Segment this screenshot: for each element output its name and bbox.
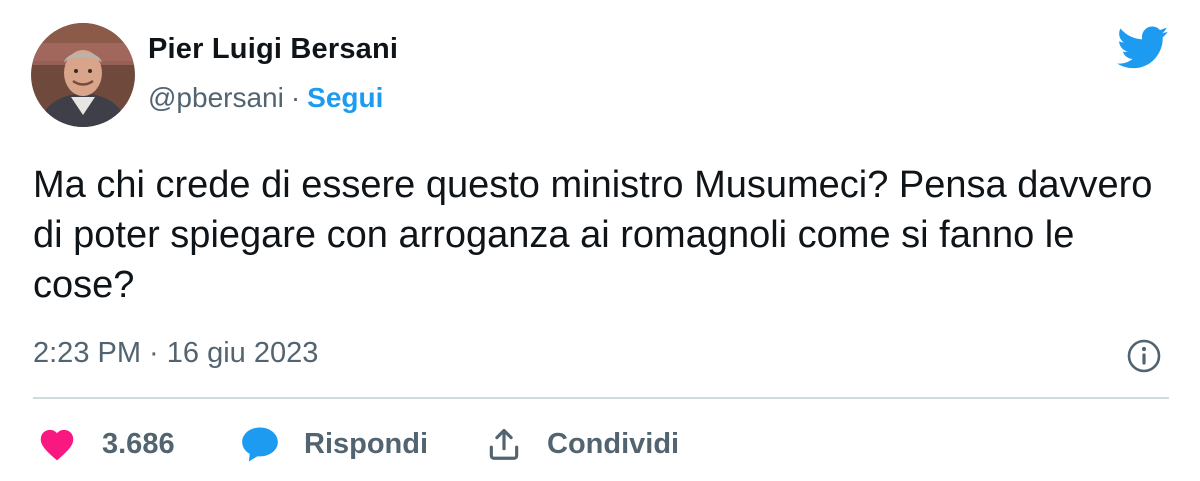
tweet-text: Ma chi crede di essere questo ministro M… (33, 164, 1153, 306)
speech-bubble-icon (240, 425, 280, 463)
info-icon[interactable] (1126, 338, 1162, 374)
heart-icon (38, 427, 76, 461)
handle-separator: · (290, 82, 301, 113)
divider (33, 397, 1169, 399)
like-button[interactable]: 3.686 (38, 418, 175, 470)
reply-button[interactable]: Rispondi (240, 418, 428, 470)
follow-link[interactable]: Segui (307, 82, 383, 114)
tweet-embed: Pier Luigi Bersani @pbersani · Segui Ma … (0, 0, 1200, 481)
share-button[interactable]: Condividi (485, 418, 679, 470)
share-upload-icon (485, 425, 523, 463)
avatar[interactable] (31, 23, 135, 127)
action-bar: 3.686 Rispondi Condividi (0, 418, 1200, 470)
like-count: 3.686 (102, 427, 175, 460)
twitter-bird-icon[interactable] (1117, 26, 1169, 70)
author-display-name[interactable]: Pier Luigi Bersani (148, 33, 398, 66)
author-handle-row: @pbersani · Segui (148, 82, 383, 114)
avatar-image (31, 23, 135, 127)
share-label: Condividi (547, 427, 680, 460)
reply-label: Rispondi (304, 427, 429, 460)
author-handle[interactable]: @pbersani (148, 82, 284, 114)
tweet-timestamp[interactable]: 2:23 PM · 16 giu 2023 (33, 337, 318, 370)
